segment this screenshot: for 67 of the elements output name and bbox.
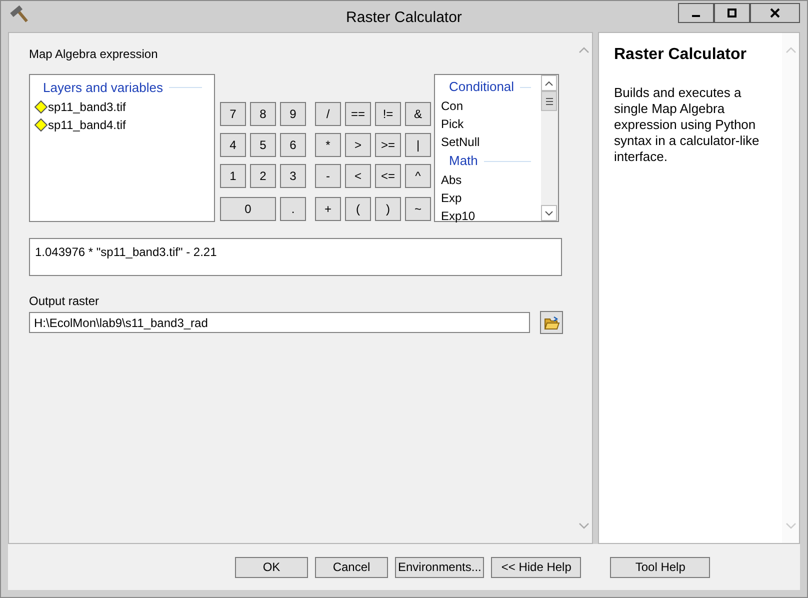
- chevron-up-icon[interactable]: [545, 80, 553, 86]
- operator-button[interactable]: -: [315, 164, 341, 188]
- operator-button[interactable]: ): [375, 197, 401, 221]
- keypad-button[interactable]: 2: [250, 164, 276, 188]
- function-item[interactable]: Exp10: [435, 207, 541, 225]
- chevron-down-icon[interactable]: [545, 210, 553, 216]
- keypad-button[interactable]: 6: [280, 133, 306, 157]
- operator-button[interactable]: <=: [375, 164, 401, 188]
- operator-button[interactable]: >: [345, 133, 371, 157]
- group-heading: Conditional: [449, 78, 514, 96]
- function-item[interactable]: SetNull: [435, 133, 541, 151]
- dialog-button[interactable]: Cancel: [315, 556, 388, 578]
- keypad-button[interactable]: 7: [220, 102, 246, 126]
- dialog-button[interactable]: OK: [235, 556, 308, 578]
- keypad-button[interactable]: 8: [250, 102, 276, 126]
- output-label: Output raster: [29, 293, 100, 310]
- output-field[interactable]: H:\EcolMon\lab9\s11_band3_rad: [29, 312, 530, 333]
- expression-label: Map Algebra expression: [29, 46, 159, 63]
- diamond-icon: [34, 118, 48, 132]
- keypad-button[interactable]: 9: [280, 102, 306, 126]
- operator-button[interactable]: *: [315, 133, 341, 157]
- minimize-button[interactable]: [678, 2, 714, 22]
- function-item[interactable]: Con: [435, 97, 541, 115]
- expression-field[interactable]: 1.043976 * "sp11_band3.tif" - 2.21: [29, 238, 562, 276]
- operator-button[interactable]: /: [315, 102, 341, 126]
- hammer-icon: [10, 4, 30, 24]
- operator-button[interactable]: !=: [375, 102, 401, 126]
- group-heading: Math: [449, 152, 478, 170]
- keypad-button[interactable]: 1: [220, 164, 246, 188]
- keypad-button[interactable]: 3: [280, 164, 306, 188]
- close-button[interactable]: [750, 2, 800, 22]
- layer-item[interactable]: sp11_band3.tif: [34, 98, 202, 116]
- diamond-icon: [34, 100, 48, 114]
- keypad-button[interactable]: .: [280, 197, 306, 221]
- browse-button[interactable]: [540, 311, 563, 334]
- keypad-button[interactable]: 0: [220, 197, 276, 221]
- list-heading: Layers and variables: [43, 79, 163, 97]
- help-text: Builds and executes a single Map Algebra expression using Python syntax in a calculator-like interface.: [614, 85, 760, 165]
- operator-button[interactable]: ==: [345, 102, 371, 126]
- maximize-button[interactable]: [714, 2, 750, 22]
- layer-item[interactable]: sp11_band4.tif: [34, 116, 202, 134]
- operator-button[interactable]: >=: [375, 133, 401, 157]
- operator-button[interactable]: ~: [405, 197, 431, 221]
- dialog-button[interactable]: << Hide Help: [491, 556, 582, 578]
- grip-icon[interactable]: [546, 98, 552, 104]
- keypad-button[interactable]: 4: [220, 133, 246, 157]
- help-button[interactable]: Tool Help: [610, 556, 710, 578]
- close-icon[interactable]: [770, 8, 780, 18]
- scroll-thumb[interactable]: [541, 91, 557, 111]
- operator-button[interactable]: <: [345, 164, 371, 188]
- scroll-up-button[interactable]: [541, 75, 557, 91]
- function-item[interactable]: Abs: [435, 171, 541, 189]
- operator-button[interactable]: &: [405, 102, 431, 126]
- dialog-button[interactable]: Environments...: [395, 556, 484, 578]
- keypad-button[interactable]: 5: [250, 133, 276, 157]
- window-title: Raster Calculator: [346, 8, 462, 28]
- help-title: Raster Calculator: [614, 45, 748, 65]
- maximize-icon[interactable]: [727, 8, 737, 18]
- function-item[interactable]: Exp: [435, 189, 541, 207]
- operator-button[interactable]: |: [405, 133, 431, 157]
- scrollbar[interactable]: [541, 75, 558, 221]
- scroll-down-button[interactable]: [541, 205, 557, 221]
- operator-button[interactable]: +: [315, 197, 341, 221]
- function-item[interactable]: Pick: [435, 115, 541, 133]
- operator-button[interactable]: ^: [405, 164, 431, 188]
- folder-icon[interactable]: [544, 316, 560, 330]
- operator-button[interactable]: (: [345, 197, 371, 221]
